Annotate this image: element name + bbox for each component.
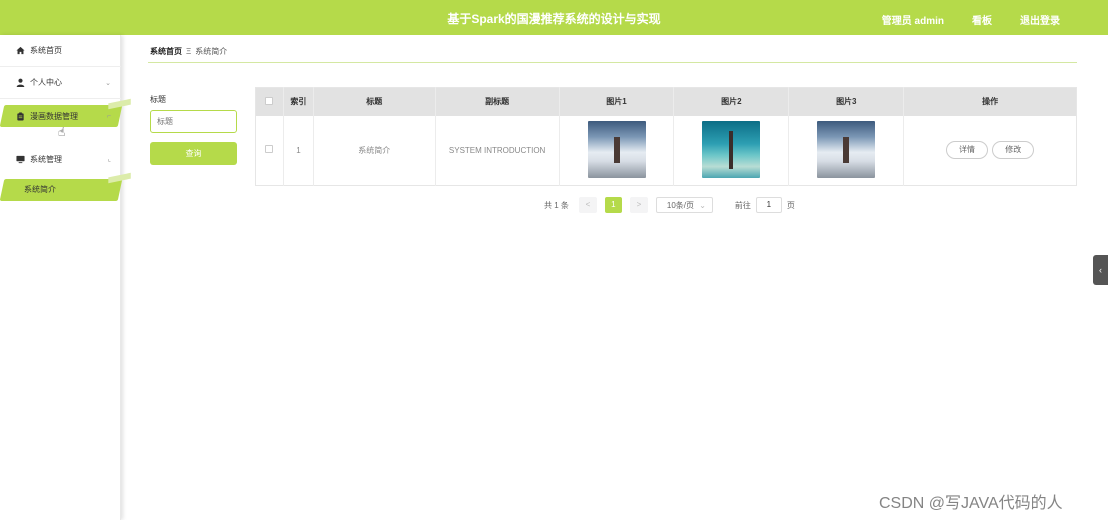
header-nav: 管理员 admin 看板 退出登录 (882, 12, 1060, 27)
top-header-bar: 基于Spark的国漫推荐系统的设计与实现 管理员 admin 看板 退出登录 (0, 0, 1108, 35)
column-header: 图片1 (559, 87, 675, 116)
sidebar-item-label: 个人中心 (30, 78, 62, 87)
main-content: 系统首页Ξ系统简介 标题 查询 索引 标题 副标题 图片1 图片2 图片3 操作… (122, 35, 1108, 520)
row-checkbox[interactable] (265, 145, 274, 154)
chevron-down-icon: ⌞ (107, 156, 111, 163)
sidebar-item-system-intro[interactable]: 系统简介 (0, 173, 121, 205)
chevron-right-icon: ⌐ (106, 112, 111, 120)
island-photo-thumbnail[interactable] (587, 120, 646, 178)
row-select-cell (255, 115, 284, 186)
subtitle-cell: SYSTEM INTRODUCTION (435, 115, 560, 186)
admin-user-label[interactable]: 管理员 admin (882, 12, 944, 27)
select-all-cell (255, 87, 284, 116)
sidebar-item-label: 漫画数据管理 (30, 111, 78, 121)
column-header: 图片3 (788, 87, 905, 116)
user-icon (16, 78, 25, 87)
home-icon (16, 46, 25, 55)
total-count: 共 1 条 (544, 200, 569, 210)
sidebar-item-label: 系统首页 (30, 46, 62, 55)
column-header: 索引 (283, 87, 314, 116)
goto-label: 前往 (734, 200, 751, 210)
monitor-icon (16, 155, 25, 164)
goto-page-input[interactable]: 1 (755, 197, 782, 213)
sidebar-item-label: 系统简介 (24, 184, 56, 194)
table-row: 1 系统简介 SYSTEM INTRODUCTION 详情 修改 (255, 115, 1077, 186)
data-table: 索引 标题 副标题 图片1 图片2 图片3 操作 1 系统简介 SYSTEM I… (255, 87, 1077, 186)
logout-link[interactable]: 退出登录 (1020, 12, 1060, 27)
actions-cell: 详情 修改 (904, 116, 1077, 186)
collapse-panel-tab[interactable]: ‹ (1093, 255, 1108, 285)
mouse-cursor-icon: ☝ (58, 125, 66, 139)
next-page-button[interactable]: > (629, 197, 648, 213)
column-header: 副标题 (435, 87, 560, 116)
title-cell: 系统简介 (313, 115, 436, 186)
pagination: 共 1 条 < 1 > 10条/页 ⌄ 前往 1 页 (544, 197, 795, 213)
index-cell: 1 (283, 115, 314, 186)
page-unit-label: 页 (786, 200, 795, 210)
table-header-row: 索引 标题 副标题 图片1 图片2 图片3 操作 (255, 87, 1077, 116)
column-header: 图片2 (673, 87, 790, 116)
column-header: 标题 (313, 87, 436, 116)
chevron-down-icon: ⌄ (699, 200, 706, 210)
edit-button[interactable]: 修改 (992, 141, 1035, 160)
page-size-select[interactable]: 10条/页 ⌄ (655, 197, 713, 213)
column-header: 操作 (903, 87, 1077, 116)
sidebar-item-system[interactable]: 系统管理 ⌞ (0, 143, 121, 175)
sidebar-item-profile[interactable]: 个人中心 ⌄ (0, 67, 121, 99)
image2-cell (673, 115, 790, 186)
prev-page-button[interactable]: < (578, 197, 597, 213)
sidebar: 系统首页 个人中心 ⌄ 漫画数据管理 ⌐ 系统管理 ⌞ 系统简介 (0, 35, 123, 520)
page-size-value: 10条/页 (666, 200, 695, 210)
detail-button[interactable]: 详情 (946, 141, 988, 160)
watermark: CSDN @写JAVA代码的人 (879, 495, 1063, 512)
breadcrumb: 系统首页 Ξ 系统简介 (150, 46, 227, 57)
search-button[interactable]: 查询 (150, 142, 237, 165)
select-all-checkbox[interactable] (265, 96, 274, 105)
dashboard-link[interactable]: 看板 (972, 12, 992, 27)
chevron-left-icon: ‹ (1099, 265, 1102, 275)
page-number-button[interactable]: 1 (604, 197, 622, 213)
breadcrumb-current: 系统简介 (195, 47, 228, 56)
search-label: 标题 (150, 95, 166, 104)
breadcrumb-separator-icon: Ξ (186, 47, 192, 56)
image1-cell (559, 115, 675, 186)
island-photo-thumbnail[interactable] (817, 120, 876, 178)
clipboard-icon (16, 111, 25, 121)
sidebar-item-label: 系统管理 (30, 154, 62, 164)
breadcrumb-root[interactable]: 系统首页 (150, 47, 182, 56)
sidebar-item-home[interactable]: 系统首页 (0, 35, 121, 67)
chevron-down-icon: ⌄ (105, 79, 111, 87)
goto-page: 前往 1 页 (735, 197, 795, 213)
title-search-input[interactable] (150, 110, 237, 133)
tower-sea-photo-thumbnail[interactable] (702, 120, 761, 178)
image3-cell (788, 115, 905, 186)
breadcrumb-divider (148, 62, 1077, 63)
